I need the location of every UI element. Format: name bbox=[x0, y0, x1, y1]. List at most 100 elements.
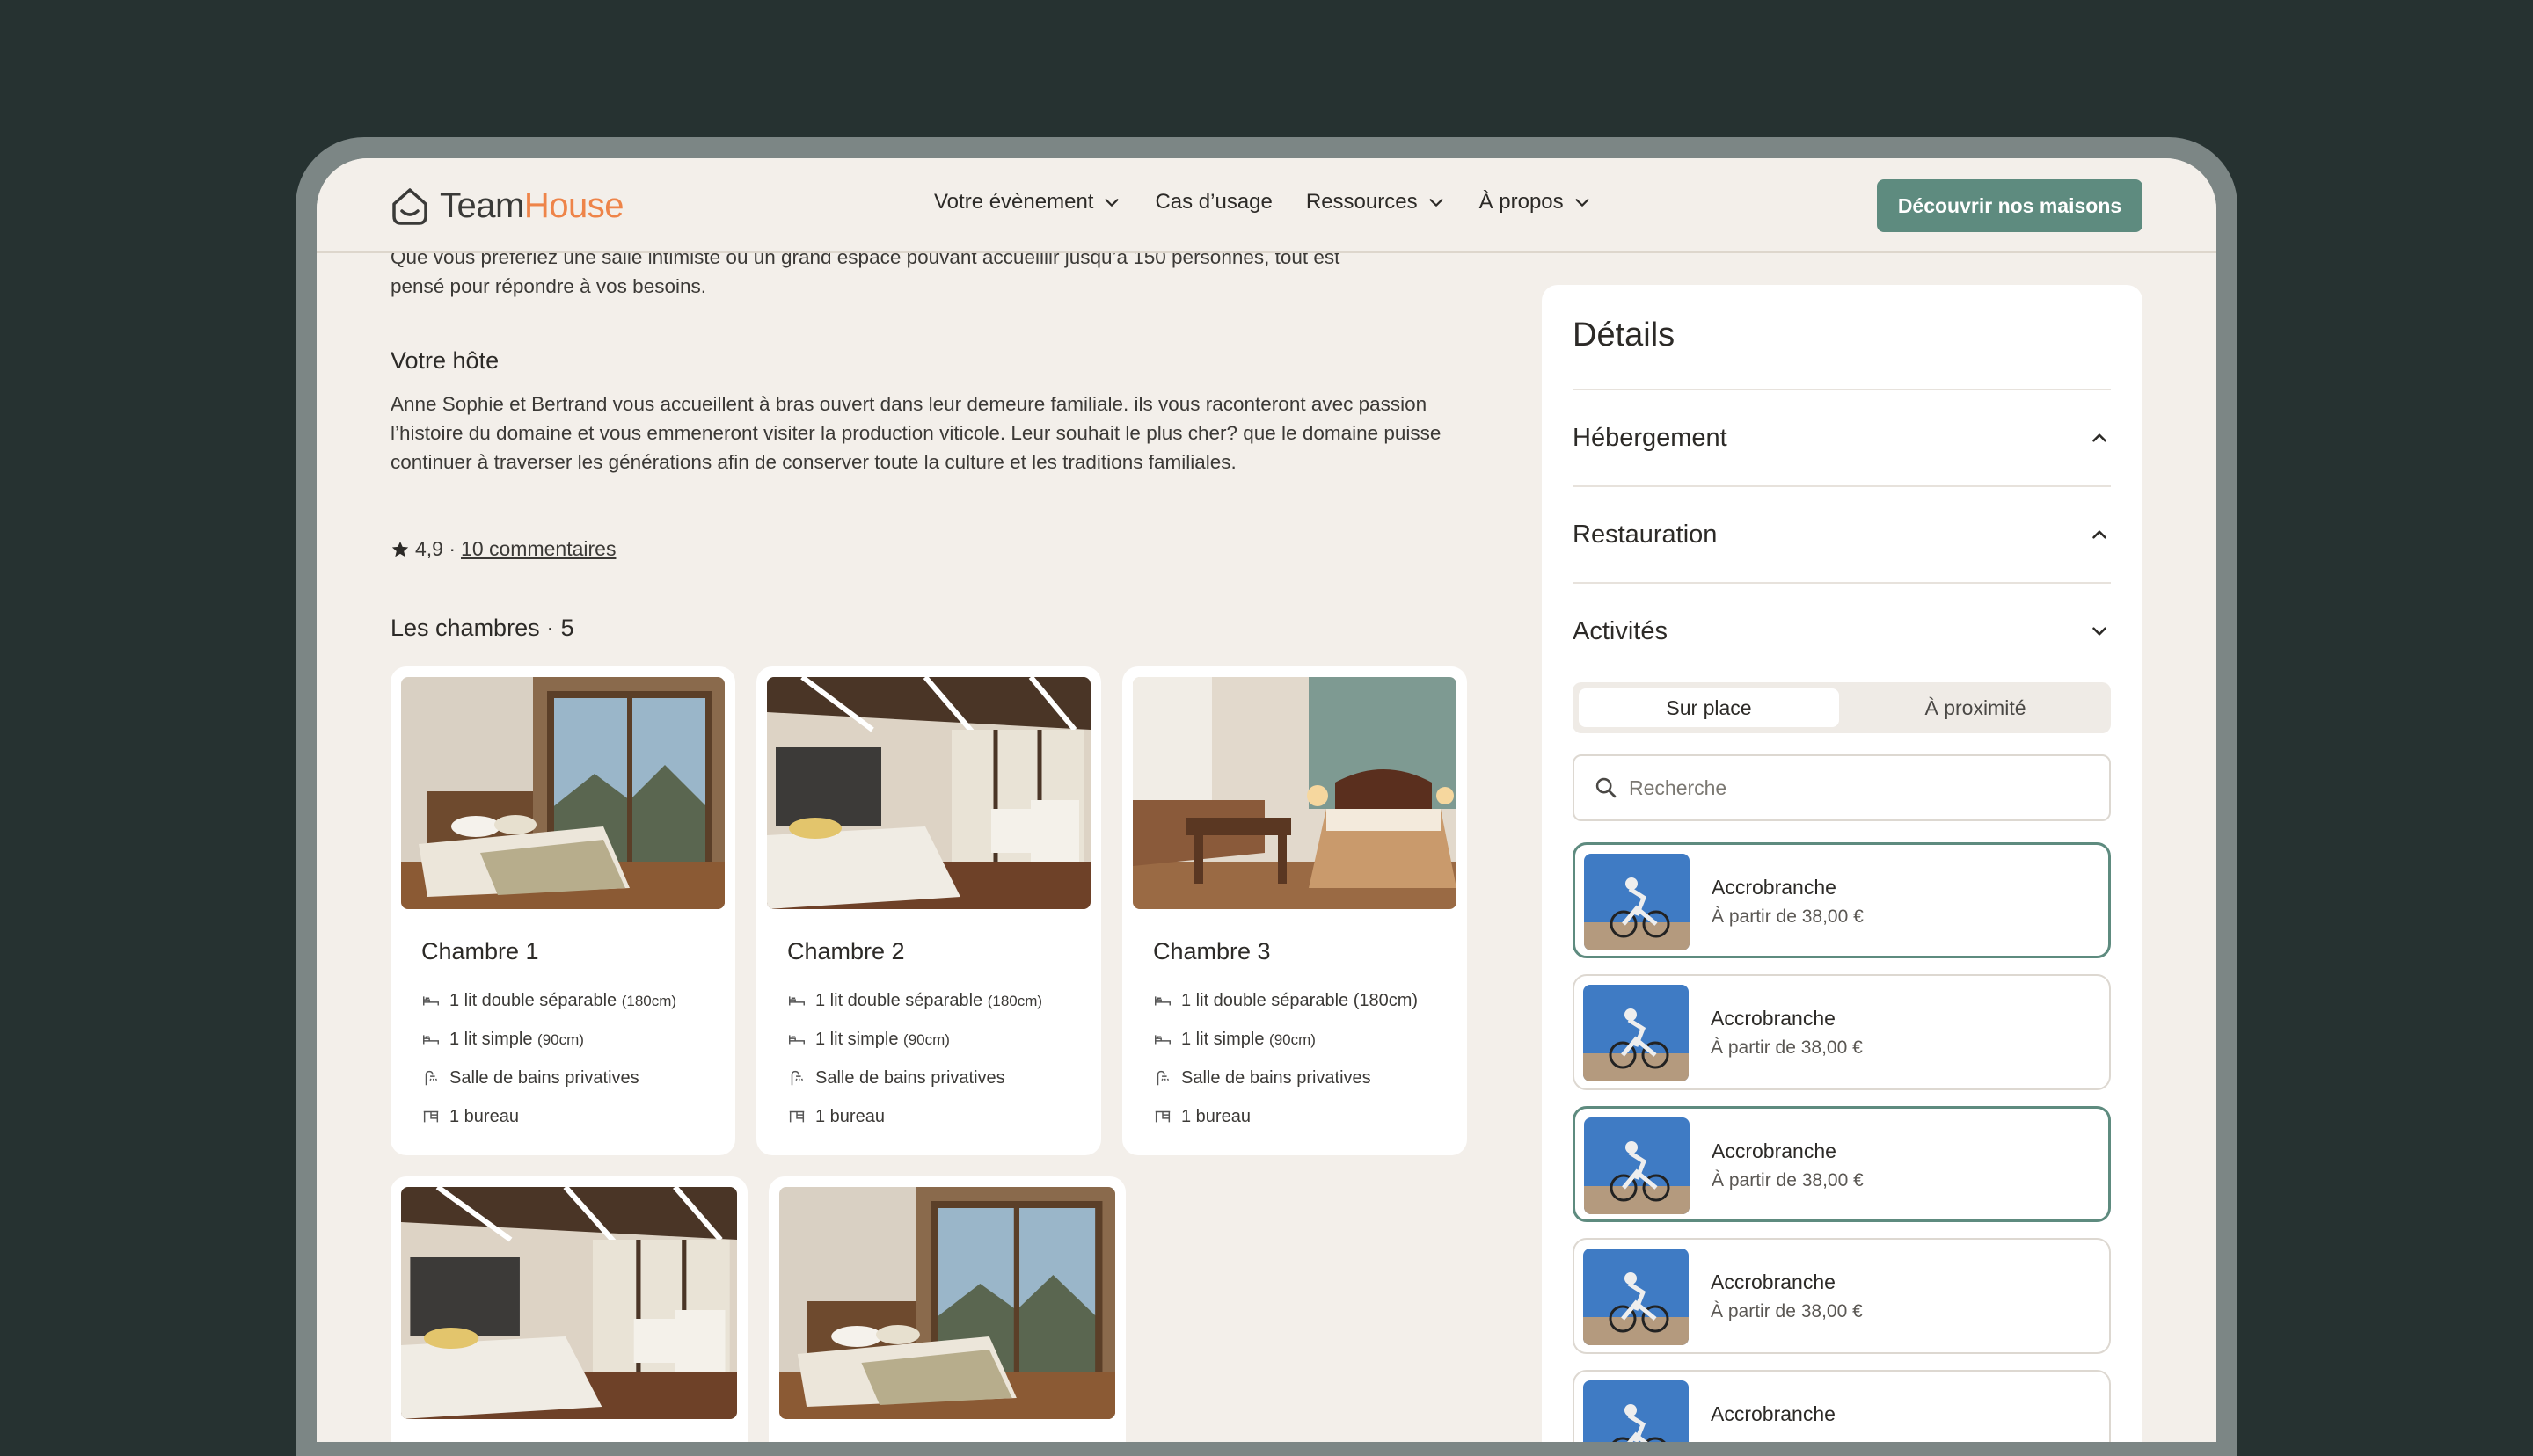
desk-icon bbox=[1155, 1110, 1171, 1123]
feature-label: 1 bureau bbox=[1181, 1106, 1251, 1126]
feature-label: Salle de bains privatives bbox=[1181, 1067, 1371, 1088]
main-nav: Votre évènement Cas d’usage Ressources À… bbox=[934, 190, 1625, 215]
accordion-hebergement[interactable]: Hébergement bbox=[1573, 389, 2111, 485]
accordion-label: Hébergement bbox=[1573, 423, 1727, 452]
activity-thumbnail bbox=[1583, 1380, 1689, 1442]
feature-double-bed: 1 lit double séparable (180cm) bbox=[787, 981, 1042, 1020]
feature-label: Salle de bains privatives bbox=[815, 1067, 1005, 1088]
activity-card[interactable]: Accrobranche À partir de 38,00 € bbox=[1573, 1238, 2111, 1354]
house-logo-icon bbox=[392, 188, 427, 225]
star-icon bbox=[391, 541, 409, 557]
room-photo bbox=[767, 677, 1091, 909]
room-card[interactable]: Chambre 3 1 lit double séparable (180cm)… bbox=[1122, 666, 1467, 1155]
activity-name: Accrobranche bbox=[1712, 876, 1836, 899]
feature-desk: 1 bureau bbox=[787, 1097, 1042, 1136]
feature-label: 1 lit simple bbox=[449, 1029, 533, 1049]
room-features: 1 lit double séparable (180cm) 1 lit sim… bbox=[421, 981, 676, 1136]
desk-icon bbox=[789, 1110, 805, 1123]
activity-price: À partir de 38,00 € bbox=[1712, 906, 1864, 927]
activity-card[interactable]: Accrobranche À partir de 38,00 € bbox=[1573, 842, 2111, 958]
accordion-activites[interactable]: Activités bbox=[1573, 582, 2111, 679]
bedroom-image bbox=[767, 677, 1091, 909]
room-card[interactable] bbox=[391, 1176, 748, 1442]
logo[interactable]: TeamHouse bbox=[389, 185, 624, 227]
intro-line: pensé pour répondre à vos besoins. bbox=[391, 275, 706, 297]
bedroom-image bbox=[401, 1187, 737, 1419]
feature-single-bed: 1 lit simple (90cm) bbox=[787, 1020, 1042, 1059]
activity-card[interactable]: Accrobranche bbox=[1573, 1370, 2111, 1442]
activity-thumbnail bbox=[1584, 854, 1690, 950]
feature-size: (180cm) bbox=[621, 992, 677, 1009]
room-photo bbox=[779, 1187, 1115, 1419]
logo-text-house: House bbox=[523, 186, 624, 225]
location-segmented-control: Sur place À proximité bbox=[1573, 682, 2111, 733]
nav-item-votre-evenement[interactable]: Votre évènement bbox=[934, 190, 1121, 215]
room-card[interactable]: Chambre 1 1 lit double séparable (180cm)… bbox=[391, 666, 735, 1155]
logo-text: TeamHouse bbox=[440, 186, 624, 226]
tab-a-proximite[interactable]: À proximité bbox=[1845, 688, 2106, 727]
activity-card[interactable]: Accrobranche À partir de 38,00 € bbox=[1573, 1106, 2111, 1222]
room-photo bbox=[1133, 677, 1456, 909]
activity-name: Accrobranche bbox=[1711, 1270, 1836, 1293]
accordion-label: Restauration bbox=[1573, 520, 1718, 549]
cyclist-image bbox=[1583, 985, 1689, 1081]
feature-desk: 1 bureau bbox=[421, 1097, 676, 1136]
activity-thumbnail bbox=[1583, 985, 1689, 1081]
activity-price: À partir de 38,00 € bbox=[1711, 1037, 1863, 1058]
discover-houses-button[interactable]: Découvrir nos maisons bbox=[1877, 179, 2142, 232]
rating-value: 4,9 · bbox=[415, 537, 456, 560]
bed-icon bbox=[789, 1035, 805, 1045]
bedroom-image bbox=[401, 677, 725, 909]
feature-single-bed: 1 lit simple (90cm) bbox=[1153, 1020, 1418, 1059]
activity-card[interactable]: Accrobranche À partir de 38,00 € bbox=[1573, 974, 2111, 1090]
feature-label: 1 bureau bbox=[815, 1106, 885, 1126]
cyclist-image bbox=[1583, 1249, 1689, 1345]
feature-double-bed: 1 lit double séparable (180cm) bbox=[421, 981, 676, 1020]
feature-single-bed: 1 lit simple (90cm) bbox=[421, 1020, 676, 1059]
details-title: Détails bbox=[1573, 317, 1675, 353]
bed-icon bbox=[789, 996, 805, 1006]
feature-label: 1 lit double séparable bbox=[449, 990, 617, 1010]
shower-icon bbox=[425, 1070, 438, 1086]
room-name: Chambre 2 bbox=[787, 938, 905, 965]
feature-label: 1 lit simple bbox=[815, 1029, 899, 1049]
shower-icon bbox=[791, 1070, 804, 1086]
search-input[interactable] bbox=[1629, 775, 2086, 800]
cyclist-image bbox=[1584, 1117, 1690, 1214]
feature-double-bed: 1 lit double séparable (180cm) bbox=[1153, 981, 1418, 1020]
top-header: TeamHouse Votre évènement Cas d’usage Re… bbox=[317, 158, 2216, 253]
host-description: Anne Sophie et Bertrand vous accueillent… bbox=[391, 393, 1442, 473]
bed-icon bbox=[1155, 1035, 1171, 1045]
rooms-title: Les chambres · 5 bbox=[391, 615, 574, 641]
room-card[interactable] bbox=[769, 1176, 1126, 1442]
host-title: Votre hôte bbox=[391, 347, 500, 374]
tab-sur-place[interactable]: Sur place bbox=[1579, 688, 1839, 727]
room-photo bbox=[401, 677, 725, 909]
nav-item-ressources[interactable]: Ressources bbox=[1306, 190, 1446, 215]
accordion-restauration[interactable]: Restauration bbox=[1573, 485, 2111, 582]
feature-bathroom: Salle de bains privatives bbox=[787, 1059, 1042, 1097]
reviews-link[interactable]: 10 commentaires bbox=[461, 535, 616, 564]
cyclist-image bbox=[1583, 1380, 1689, 1442]
activity-thumbnail bbox=[1583, 1249, 1689, 1345]
room-card[interactable]: Chambre 2 1 lit double séparable (180cm)… bbox=[756, 666, 1101, 1155]
chevron-down-icon bbox=[1429, 199, 1443, 207]
details-panel: Détails Hébergement Restauration Activit… bbox=[1542, 285, 2142, 1442]
feature-size: (90cm) bbox=[1269, 1030, 1316, 1048]
feature-bathroom: Salle de bains privatives bbox=[1153, 1059, 1418, 1097]
bedroom-image bbox=[779, 1187, 1115, 1419]
shower-icon bbox=[1157, 1070, 1170, 1086]
bed-icon bbox=[423, 996, 439, 1006]
nav-label: À propos bbox=[1478, 190, 1564, 214]
feature-size: (180cm) bbox=[987, 992, 1043, 1009]
nav-item-cas-usage[interactable]: Cas d’usage bbox=[1155, 190, 1272, 215]
search-icon bbox=[1595, 777, 1617, 798]
nav-item-a-propos[interactable]: À propos bbox=[1479, 190, 1592, 215]
activity-search bbox=[1573, 754, 2111, 821]
activity-name: Accrobranche bbox=[1711, 1402, 1836, 1425]
nav-label: Cas d’usage bbox=[1155, 190, 1273, 214]
feature-size: (90cm) bbox=[903, 1030, 950, 1048]
activity-thumbnail bbox=[1584, 1117, 1690, 1214]
nav-label: Ressources bbox=[1305, 190, 1418, 214]
feature-label: 1 lit double séparable (180cm) bbox=[1181, 990, 1419, 1010]
